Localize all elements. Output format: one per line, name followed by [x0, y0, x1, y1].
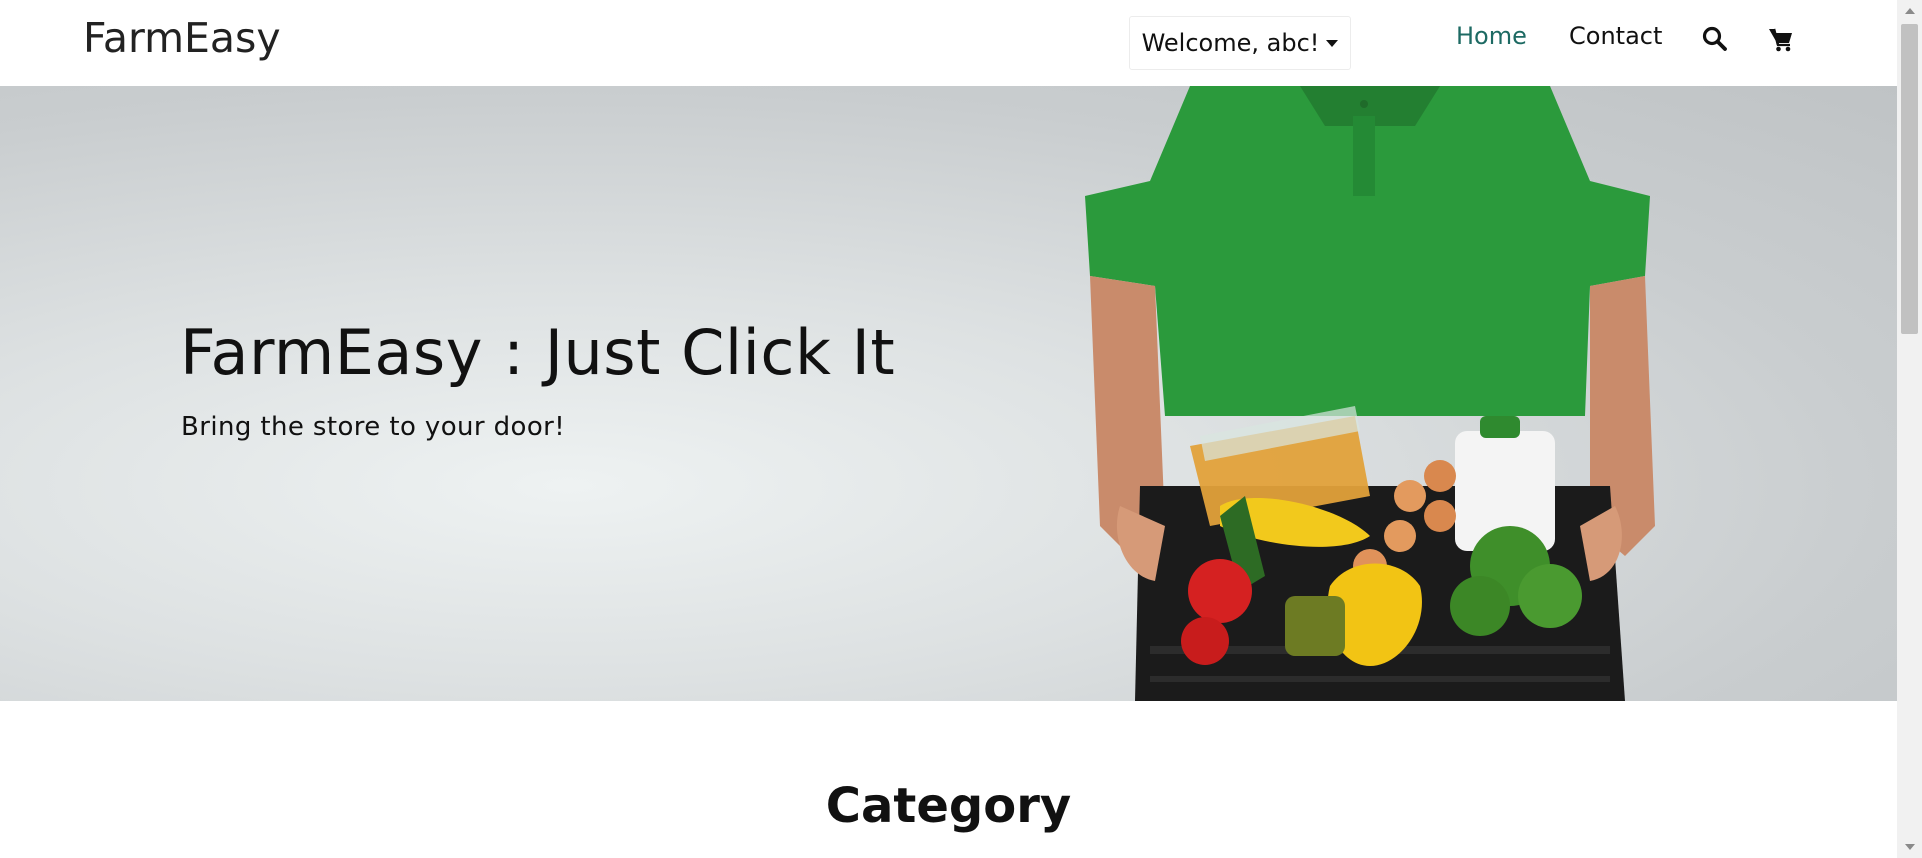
- category-heading: Category: [825, 778, 1072, 834]
- nav-link-contact[interactable]: Contact: [1569, 22, 1662, 50]
- hero-subtitle: Bring the store to your door!: [181, 412, 566, 442]
- search-button[interactable]: [1700, 24, 1730, 54]
- scroll-down-arrow-icon[interactable]: [1905, 844, 1915, 850]
- search-icon: [1702, 26, 1727, 51]
- hero-banner: FarmEasy : Just Click It Bring the store…: [0, 86, 1897, 701]
- page-scrollbar[interactable]: [1897, 0, 1922, 858]
- navbar: FarmEasy Welcome, abc! Home Contact: [0, 0, 1897, 86]
- cart-icon: [1769, 28, 1792, 52]
- user-menu-dropdown[interactable]: Welcome, abc!: [1129, 16, 1351, 70]
- hero-title: FarmEasy : Just Click It: [180, 316, 896, 389]
- scroll-up-arrow-icon[interactable]: [1905, 8, 1915, 14]
- scrollbar-thumb[interactable]: [1901, 24, 1918, 334]
- brand-logo[interactable]: FarmEasy: [83, 14, 281, 62]
- hero-image: [1085, 86, 1655, 701]
- caret-down-icon: [1326, 39, 1339, 47]
- user-menu-label: Welcome, abc!: [1141, 29, 1320, 57]
- page: FarmEasy Welcome, abc! Home Contact Farm…: [0, 0, 1922, 858]
- nav-link-home[interactable]: Home: [1456, 22, 1527, 50]
- cart-button[interactable]: [1766, 24, 1796, 54]
